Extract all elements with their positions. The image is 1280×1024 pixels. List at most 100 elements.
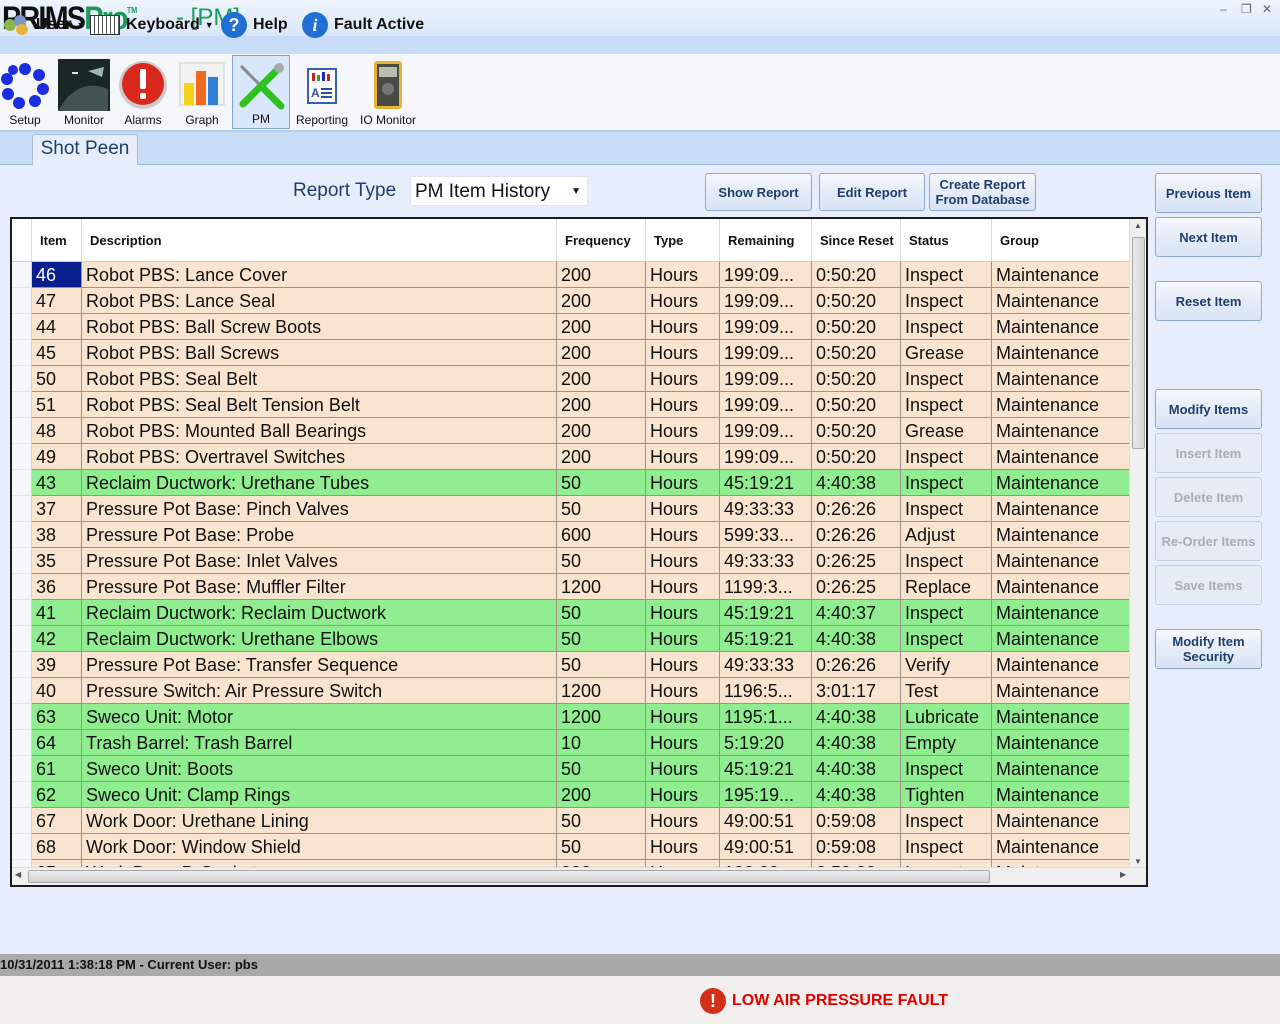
cell-group[interactable]: Maintenance xyxy=(992,470,1132,496)
row-header[interactable] xyxy=(12,288,32,314)
cell-remaining[interactable]: 199:09... xyxy=(720,288,812,314)
cell-status[interactable]: Inspect xyxy=(901,600,992,626)
cell-item[interactable]: 41 xyxy=(32,600,82,626)
cell-type[interactable]: Hours xyxy=(646,652,720,678)
header-type[interactable]: Type xyxy=(646,219,720,261)
cell-item[interactable]: 44 xyxy=(32,314,82,340)
table-row[interactable]: 46 Robot PBS: Lance Cover 200 Hours 199:09..… xyxy=(12,262,1132,288)
row-header[interactable] xyxy=(12,756,32,782)
previous-item-button[interactable]: Previous Item xyxy=(1155,173,1262,213)
cell-frequency[interactable]: 200 xyxy=(557,418,646,444)
cell-since-reset[interactable]: 4:40:38 xyxy=(812,782,901,808)
cell-description[interactable]: Pressure Pot Base: Inlet Valves xyxy=(82,548,557,574)
cell-group[interactable]: Maintenance xyxy=(992,600,1132,626)
cell-status[interactable]: Empty xyxy=(901,730,992,756)
cell-since-reset[interactable]: 0:26:25 xyxy=(812,574,901,600)
cell-remaining[interactable]: 45:19:21 xyxy=(720,626,812,652)
create-report-button[interactable]: Create Report From Database xyxy=(929,173,1036,211)
cell-frequency[interactable]: 200 xyxy=(557,314,646,340)
table-row[interactable]: 51 Robot PBS: Seal Belt Tension Belt 200 Ho… xyxy=(12,392,1132,418)
cell-frequency[interactable]: 50 xyxy=(557,756,646,782)
toolbar-reporting[interactable]: A Reporting xyxy=(294,55,350,129)
cell-description[interactable]: Sweco Unit: Boots xyxy=(82,756,557,782)
cell-status[interactable]: Inspect xyxy=(901,496,992,522)
cell-status[interactable]: Grease xyxy=(901,418,992,444)
cell-frequency[interactable]: 200 xyxy=(557,288,646,314)
cell-remaining[interactable]: 49:33:33 xyxy=(720,496,812,522)
vertical-scroll-thumb[interactable] xyxy=(1132,237,1145,449)
edit-report-button[interactable]: Edit Report xyxy=(819,173,925,211)
next-item-button[interactable]: Next Item xyxy=(1155,217,1262,257)
cell-type[interactable]: Hours xyxy=(646,392,720,418)
cell-type[interactable]: Hours xyxy=(646,756,720,782)
cell-item[interactable]: 63 xyxy=(32,704,82,730)
cell-description[interactable]: Reclaim Ductwork: Urethane Tubes xyxy=(82,470,557,496)
cell-remaining[interactable]: 199:09... xyxy=(720,366,812,392)
cell-type[interactable]: Hours xyxy=(646,626,720,652)
table-row[interactable]: 43 Reclaim Ductwork: Urethane Tubes 50 Hour… xyxy=(12,470,1132,496)
cell-status[interactable]: Tighten xyxy=(901,782,992,808)
user-menu[interactable]: User ▼ xyxy=(4,10,86,40)
cell-status[interactable]: Inspect xyxy=(901,808,992,834)
scroll-left-icon[interactable]: ◀ xyxy=(15,870,21,879)
toolbar-alarms[interactable]: Alarms xyxy=(116,55,170,129)
cell-since-reset[interactable]: 4:40:38 xyxy=(812,704,901,730)
table-row[interactable]: 63 Sweco Unit: Motor 1200 Hours 1195:1... 4:4… xyxy=(12,704,1132,730)
cell-since-reset[interactable]: 0:26:26 xyxy=(812,652,901,678)
cell-remaining[interactable]: 199:09... xyxy=(720,314,812,340)
row-header[interactable] xyxy=(12,340,32,366)
cell-status[interactable]: Inspect xyxy=(901,314,992,340)
cell-group[interactable]: Maintenance xyxy=(992,756,1132,782)
cell-remaining[interactable]: 49:33:33 xyxy=(720,652,812,678)
cell-frequency[interactable]: 50 xyxy=(557,496,646,522)
cell-item[interactable]: 62 xyxy=(32,782,82,808)
cell-group[interactable]: Maintenance xyxy=(992,808,1132,834)
cell-description[interactable]: Work Door: Urethane Lining xyxy=(82,808,557,834)
cell-since-reset[interactable]: 4:40:38 xyxy=(812,730,901,756)
row-header[interactable] xyxy=(12,626,32,652)
cell-description[interactable]: Trash Barrel: Trash Barrel xyxy=(82,730,557,756)
toolbar-pm[interactable]: PM xyxy=(232,55,290,129)
table-row[interactable]: 40 Pressure Switch: Air Pressure Switch 12… xyxy=(12,678,1132,704)
cell-item[interactable]: 42 xyxy=(32,626,82,652)
cell-since-reset[interactable]: 0:50:20 xyxy=(812,262,901,288)
table-row[interactable]: 50 Robot PBS: Seal Belt 200 Hours 199:09... 0… xyxy=(12,366,1132,392)
cell-type[interactable]: Hours xyxy=(646,366,720,392)
table-row[interactable]: 38 Pressure Pot Base: Probe 600 Hours 599:33… xyxy=(12,522,1132,548)
cell-status[interactable]: Inspect xyxy=(901,470,992,496)
table-row[interactable]: 62 Sweco Unit: Clamp Rings 200 Hours 195:19.… xyxy=(12,782,1132,808)
row-header[interactable] xyxy=(12,548,32,574)
cell-item[interactable]: 37 xyxy=(32,496,82,522)
row-header[interactable] xyxy=(12,522,32,548)
cell-item[interactable]: 48 xyxy=(32,418,82,444)
toolbar-io-monitor[interactable]: IO Monitor xyxy=(354,55,422,129)
cell-frequency[interactable]: 50 xyxy=(557,652,646,678)
cell-item[interactable]: 43 xyxy=(32,470,82,496)
cell-since-reset[interactable]: 0:59:08 xyxy=(812,834,901,860)
cell-status[interactable]: Adjust xyxy=(901,522,992,548)
cell-item[interactable]: 67 xyxy=(32,808,82,834)
cell-item[interactable]: 36 xyxy=(32,574,82,600)
row-header[interactable] xyxy=(12,704,32,730)
cell-status[interactable]: Inspect xyxy=(901,756,992,782)
cell-since-reset[interactable]: 0:50:20 xyxy=(812,392,901,418)
cell-description[interactable]: Robot PBS: Overtravel Switches xyxy=(82,444,557,470)
cell-item[interactable]: 35 xyxy=(32,548,82,574)
cell-description[interactable]: Reclaim Ductwork: Reclaim Ductwork xyxy=(82,600,557,626)
vertical-scrollbar[interactable]: ▲ ▼ xyxy=(1129,219,1146,868)
cell-status[interactable]: Inspect xyxy=(901,626,992,652)
restore-button[interactable]: ❐ xyxy=(1241,2,1252,16)
table-row[interactable]: 44 Robot PBS: Ball Screw Boots 200 Hours 199… xyxy=(12,314,1132,340)
horizontal-scrollbar[interactable]: ◀ ▶ xyxy=(12,867,1146,885)
modify-item-security-button[interactable]: Modify Item Security xyxy=(1155,629,1262,669)
cell-type[interactable]: Hours xyxy=(646,782,720,808)
cell-since-reset[interactable]: 4:40:38 xyxy=(812,626,901,652)
cell-remaining[interactable]: 199:09... xyxy=(720,340,812,366)
cell-item[interactable]: 61 xyxy=(32,756,82,782)
cell-type[interactable]: Hours xyxy=(646,678,720,704)
row-header[interactable] xyxy=(12,262,32,288)
row-header[interactable] xyxy=(12,574,32,600)
cell-group[interactable]: Maintenance xyxy=(992,652,1132,678)
cell-since-reset[interactable]: 0:59:08 xyxy=(812,808,901,834)
cell-type[interactable]: Hours xyxy=(646,548,720,574)
